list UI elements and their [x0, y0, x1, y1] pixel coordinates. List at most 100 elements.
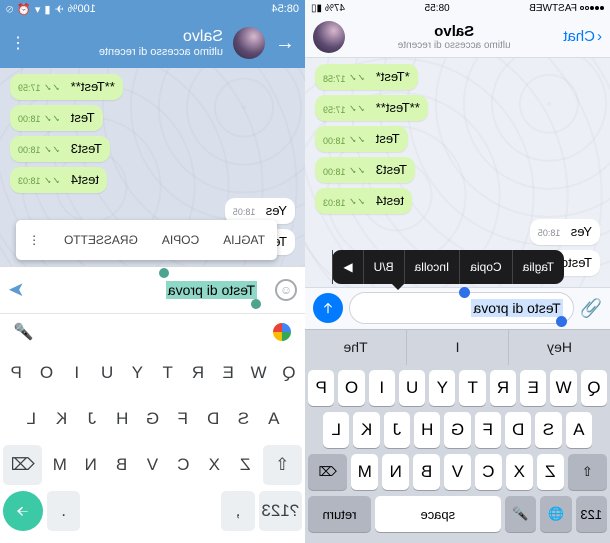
key-u[interactable]: U: [399, 370, 425, 406]
key-w[interactable]: W: [245, 353, 271, 393]
key-y[interactable]: Y: [124, 353, 150, 393]
key-h[interactable]: H: [414, 412, 440, 448]
key-l[interactable]: L: [18, 399, 44, 439]
mic-icon[interactable]: 🎤: [14, 322, 34, 342]
message-out[interactable]: test4 ✓✓18:03: [315, 188, 600, 214]
suggestion[interactable]: The: [305, 330, 406, 365]
backspace-key[interactable]: ⌫: [3, 445, 42, 485]
selection-handle-right[interactable]: [459, 287, 470, 298]
key-f[interactable]: F: [475, 412, 501, 448]
key-a[interactable]: A: [566, 412, 592, 448]
send-button[interactable]: ➤: [8, 277, 25, 302]
key-n[interactable]: N: [382, 454, 409, 490]
key-r[interactable]: R: [490, 370, 516, 406]
globe-key[interactable]: 🌐: [540, 496, 571, 532]
key-q[interactable]: Q: [276, 353, 302, 393]
message-in[interactable]: Yes 18:05: [315, 219, 600, 245]
shift-key[interactable]: ⇧: [263, 445, 302, 485]
avatar[interactable]: [233, 27, 265, 59]
copy-action[interactable]: COPIA: [150, 233, 211, 247]
attach-icon[interactable]: 📎: [580, 298, 602, 319]
selection-handle-left[interactable]: [251, 299, 261, 309]
message-out[interactable]: test4 ✓✓18:03: [10, 167, 295, 193]
message-out[interactable]: *Test* ✓✓17:58: [315, 64, 600, 90]
key-d[interactable]: D: [505, 412, 531, 448]
key-x[interactable]: X: [506, 454, 533, 490]
chat-area-ios[interactable]: *Test* ✓✓17:58 **Test** ✓✓17:59 Test ✓✓18:…: [305, 58, 610, 287]
key-i[interactable]: I: [369, 370, 395, 406]
copy-action[interactable]: Copia: [459, 250, 511, 284]
avatar[interactable]: [313, 21, 345, 53]
biu-action[interactable]: B/U: [363, 250, 404, 284]
message-out[interactable]: Test3 ✓✓18:00: [315, 157, 600, 183]
key-d[interactable]: D: [200, 399, 226, 439]
message-out[interactable]: Test ✓✓18:00: [315, 126, 600, 152]
key-c[interactable]: C: [170, 445, 197, 485]
shift-key[interactable]: ⇧: [568, 454, 607, 490]
return-key[interactable]: return: [308, 496, 371, 532]
key-p[interactable]: P: [3, 353, 29, 393]
key-g[interactable]: G: [444, 412, 470, 448]
key-o[interactable]: O: [338, 370, 364, 406]
message-out[interactable]: Test ✓✓18:00: [10, 105, 295, 131]
cut-action[interactable]: Taglia: [512, 250, 564, 284]
suggestion[interactable]: Hey: [508, 330, 610, 365]
message-input[interactable]: Testo di prova: [33, 273, 267, 307]
back-button[interactable]: ‹Chat: [563, 28, 602, 45]
suggestion[interactable]: I: [406, 330, 508, 365]
key-p[interactable]: P: [308, 370, 334, 406]
period-key[interactable]: .: [47, 491, 80, 531]
space-key[interactable]: space: [375, 496, 501, 532]
key-h[interactable]: H: [109, 399, 135, 439]
send-button[interactable]: [313, 293, 343, 323]
key-m[interactable]: M: [351, 454, 378, 490]
bold-action[interactable]: GRASSETTO: [52, 233, 150, 247]
key-s[interactable]: S: [230, 399, 256, 439]
key-v[interactable]: V: [139, 445, 166, 485]
message-out[interactable]: **Test** ✓✓17:59: [10, 74, 295, 100]
key-j[interactable]: J: [79, 399, 105, 439]
key-c[interactable]: C: [475, 454, 502, 490]
key-b[interactable]: B: [413, 454, 440, 490]
key-t[interactable]: T: [460, 370, 486, 406]
selection-handle-left[interactable]: [556, 316, 567, 327]
key-x[interactable]: X: [201, 445, 228, 485]
cut-action[interactable]: TAGLIA: [211, 233, 277, 247]
num-key[interactable]: 123: [576, 496, 607, 532]
key-e[interactable]: E: [215, 353, 241, 393]
go-key[interactable]: [3, 491, 43, 531]
chat-area-android[interactable]: **Test** ✓✓17:59 Test ✓✓18:00 Test3 ✓✓18:0…: [0, 68, 305, 266]
key-l[interactable]: L: [323, 412, 349, 448]
key-b[interactable]: B: [108, 445, 135, 485]
comma-key[interactable]: ,: [221, 491, 254, 531]
key-u[interactable]: U: [94, 353, 120, 393]
key-q[interactable]: Q: [581, 370, 607, 406]
backspace-key[interactable]: ⌫: [308, 454, 347, 490]
back-button[interactable]: ←: [275, 32, 295, 55]
key-f[interactable]: F: [170, 399, 196, 439]
key-s[interactable]: S: [535, 412, 561, 448]
key-y[interactable]: Y: [429, 370, 455, 406]
key-n[interactable]: N: [77, 445, 104, 485]
key-g[interactable]: G: [139, 399, 165, 439]
more-actions[interactable]: ▶: [332, 250, 362, 284]
key-z[interactable]: Z: [232, 445, 259, 485]
num-key[interactable]: ?123: [259, 491, 302, 531]
emoji-icon[interactable]: ☺: [275, 279, 297, 301]
message-out[interactable]: Test3 ✓✓18:00: [10, 136, 295, 162]
key-a[interactable]: A: [261, 399, 287, 439]
key-k[interactable]: K: [353, 412, 379, 448]
key-m[interactable]: M: [46, 445, 73, 485]
more-actions[interactable]: ⋮: [16, 233, 52, 247]
key-w[interactable]: W: [550, 370, 576, 406]
google-icon[interactable]: [273, 323, 291, 341]
message-input[interactable]: Testo di prova: [349, 292, 574, 324]
key-t[interactable]: T: [155, 353, 181, 393]
key-e[interactable]: E: [520, 370, 546, 406]
key-v[interactable]: V: [444, 454, 471, 490]
mic-key[interactable]: 🎤: [505, 496, 536, 532]
space-key[interactable]: [84, 491, 217, 531]
key-i[interactable]: I: [64, 353, 90, 393]
key-o[interactable]: O: [33, 353, 59, 393]
message-out[interactable]: **Test** ✓✓17:59: [315, 95, 600, 121]
